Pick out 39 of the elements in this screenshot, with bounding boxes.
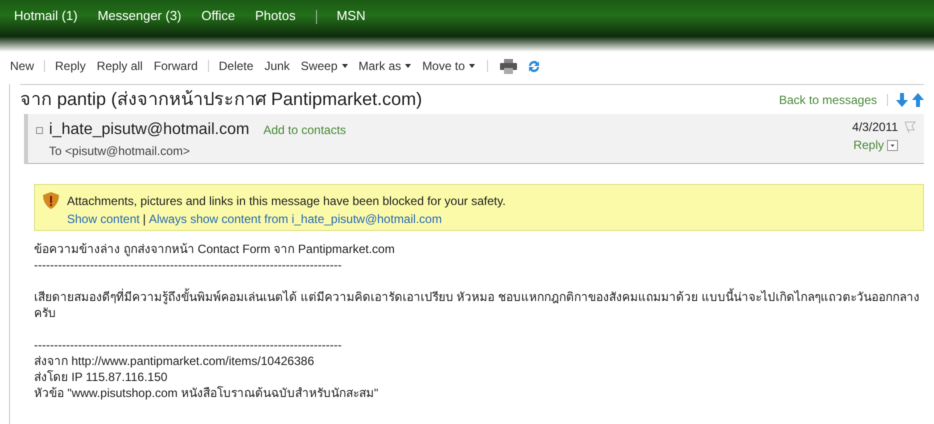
body-text: ส่งจาก http://www.pantipmarket.com/items/10426386 <box>34 353 316 369</box>
always-show-link[interactable]: Always show content from i_hate_pisutw@hotmail.com <box>148 210 442 228</box>
body-text: ----------------------------------------------------------------------------- <box>34 337 343 353</box>
body-text: เสียดายสมองดีๆที่มีความรู้ถึงขั้นพิมพ์คอมเล่นเนตได้ แต่มีความคิดเอารัดเอาเปรียบ หัวหมอ ชอบแหกกฎกติกาของสังคมแถมมาด้วย แบบนี้น่าจะไปเกิดไกลๆแถวตะวันออกกลางครับ <box>34 289 920 321</box>
reply-link[interactable]: Reply <box>853 136 884 154</box>
message-date: 4/3/2011 <box>852 119 898 136</box>
show-content-link[interactable]: Show content <box>67 210 140 228</box>
link-separator: | <box>142 211 146 228</box>
toolbar-button[interactable]: Reply all <box>96 57 143 75</box>
message-subject: จาก pantip (ส่งจากหน้าประกาศ Pantipmarket.com) <box>20 88 424 111</box>
printer-icon[interactable] <box>500 58 517 74</box>
recipient: To <pisutw@hotmail.com> <box>49 143 191 160</box>
toolbar-button[interactable]: Junk <box>264 57 290 75</box>
nav-link[interactable]: Messenger (3) <box>98 7 182 25</box>
refresh-icon[interactable] <box>526 58 541 74</box>
body-text: ข้อความข้างล่าง ถูกส่งจากหน้า Contact Form จาก Pantipmarket.com <box>34 241 396 257</box>
toolbar-button[interactable]: New <box>10 57 34 75</box>
toolbar-button[interactable]: Mark as <box>358 57 412 75</box>
up-arrow-icon[interactable] <box>912 92 924 106</box>
banner-message: Attachments, pictures and links in this message have been blocked for your safety. <box>67 193 506 210</box>
nav-link[interactable]: MSN <box>336 7 366 25</box>
sender-address: i_hate_pisutw@hotmail.com <box>49 120 250 140</box>
toolbar-button[interactable]: Sweep <box>300 57 348 75</box>
collapse-icon[interactable] <box>36 126 43 134</box>
nav-link[interactable]: Office <box>201 7 236 25</box>
dropdown-icon[interactable] <box>887 140 898 150</box>
toolbar-button[interactable]: Reply <box>55 57 86 75</box>
toolbar-button[interactable]: Delete <box>218 57 254 75</box>
toolbar-button[interactable]: Forward <box>154 57 198 75</box>
back-link[interactable]: Back to messages <box>778 90 877 108</box>
down-arrow-icon[interactable] <box>896 92 908 106</box>
body-text: หัวข้อ "www.pisutshop.com หนังสือโบราณต้นฉบับสำหรับนักสะสม" <box>34 385 380 401</box>
body-text: ส่งโดย IP 115.87.116.150 <box>34 369 168 385</box>
nav-link[interactable]: Photos <box>255 7 296 25</box>
add-contact-link[interactable]: Add to contacts <box>263 121 346 139</box>
nav-link[interactable]: Hotmail (1) <box>14 7 78 25</box>
toolbar-button[interactable]: Move to <box>422 57 475 75</box>
shield-icon <box>43 192 59 209</box>
body-text: ----------------------------------------------------------------------------- <box>34 257 343 273</box>
